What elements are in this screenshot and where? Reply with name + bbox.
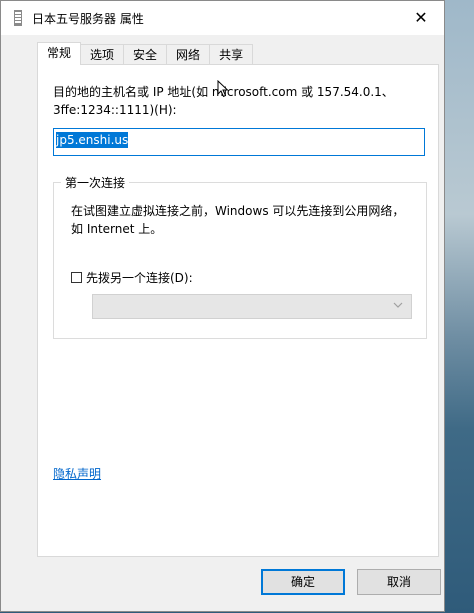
- tab-strip: 常规 选项 安全 网络 共享: [37, 42, 254, 65]
- dial-first-row[interactable]: 先拨另一个连接(D):: [71, 269, 193, 286]
- first-connect-description: 在试图建立虚拟连接之前，Windows 可以先连接到公用网络，如 Interne…: [71, 204, 405, 236]
- host-description-label: 目的地的主机名或 IP 地址(如 microsoft.com 或 157.54.…: [53, 85, 394, 117]
- chevron-down-icon: [393, 298, 403, 315]
- dial-first-checkbox[interactable]: [71, 272, 82, 283]
- host-input[interactable]: jp5.enshi.us: [53, 128, 425, 156]
- tab-general[interactable]: 常规: [37, 42, 82, 65]
- dial-connection-select[interactable]: [92, 294, 412, 319]
- privacy-statement-link[interactable]: 隐私声明: [53, 465, 101, 482]
- vpn-connection-icon: [14, 10, 22, 26]
- host-input-value: jp5.enshi.us: [56, 132, 129, 148]
- first-connect-title: 第一次连接: [61, 174, 130, 191]
- close-icon: ✕: [414, 7, 428, 27]
- tab-sharing[interactable]: 共享: [209, 44, 254, 65]
- ok-button[interactable]: 确定: [261, 569, 345, 595]
- cancel-button[interactable]: 取消: [357, 569, 441, 595]
- first-connect-group: 第一次连接 在试图建立虚拟连接之前，Windows 可以先连接到公用网络，如 I…: [53, 174, 427, 339]
- title-bar: 日本五号服务器 属性 ✕: [1, 1, 444, 35]
- dial-first-label: 先拨另一个连接(D):: [86, 271, 193, 285]
- general-tab-panel: 目的地的主机名或 IP 地址(如 microsoft.com 或 157.54.…: [37, 64, 439, 557]
- properties-dialog: 日本五号服务器 属性 ✕ 常规 选项 安全 网络 共享 目的地的主机名或 IP …: [0, 0, 445, 612]
- tab-networking[interactable]: 网络: [166, 44, 211, 65]
- close-button[interactable]: ✕: [398, 1, 444, 33]
- mouse-cursor-icon: [217, 80, 229, 98]
- tab-security[interactable]: 安全: [123, 44, 168, 65]
- window-title: 日本五号服务器 属性: [32, 12, 144, 26]
- tab-options[interactable]: 选项: [80, 44, 125, 65]
